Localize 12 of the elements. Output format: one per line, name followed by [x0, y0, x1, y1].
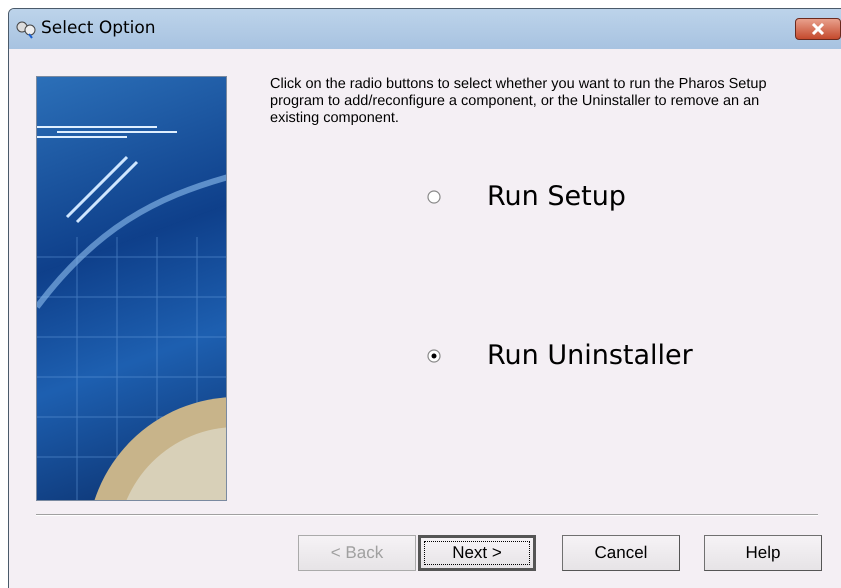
- instructions-text: Click on the radio buttons to select whether you want to run the Pharos Setup program to add/reconfigure a component, or the Uninstaller to remove an an existing component.: [270, 76, 768, 127]
- next-button[interactable]: Next >: [418, 535, 536, 571]
- option-label: Run Setup: [487, 180, 626, 214]
- radio-button[interactable]: [427, 348, 441, 363]
- radio-button[interactable]: [427, 190, 441, 204]
- setup-icon: [15, 19, 37, 39]
- option-label: Run Uninstaller: [487, 338, 693, 372]
- cancel-button[interactable]: Cancel: [562, 535, 680, 571]
- help-button[interactable]: Help: [704, 535, 822, 571]
- close-button[interactable]: [795, 18, 841, 40]
- window-title: Select Option: [41, 17, 156, 40]
- close-icon: [811, 23, 825, 35]
